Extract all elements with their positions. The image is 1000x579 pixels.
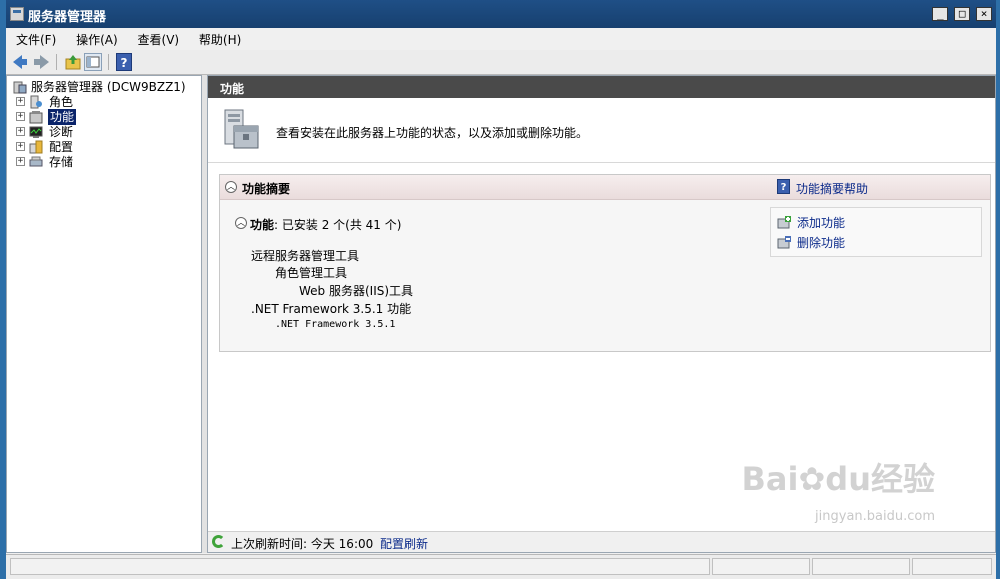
installed-count: 功能: 已安装 2 个(共 41 个) [250, 216, 401, 233]
diagnostics-icon [29, 126, 43, 138]
feature-web-server-tools: Web 服务器(IIS)工具 [299, 284, 414, 298]
status-cell [812, 558, 910, 575]
back-arrow-icon [13, 55, 27, 69]
console-tree: 服务器管理器 (DCW9BZZ1) + 角色 + 功能 + 诊断 + 配置 + … [6, 75, 202, 553]
toolbar-separator [108, 54, 109, 70]
feature-role-admin-tools: 角色管理工具 [275, 266, 348, 280]
collapse-chevron-icon[interactable]: ︿ [235, 217, 247, 229]
console-tree-icon [86, 56, 100, 68]
server-features-icon [224, 109, 259, 149]
window-controls: _ □ × [930, 6, 992, 22]
menu-bar: 文件(F) 操作(A) 查看(V) 帮助(H) [6, 28, 996, 51]
status-cell [712, 558, 810, 575]
watermark-brand-cn: 经验 [870, 460, 935, 498]
toolbar: ? [6, 50, 996, 75]
expand-toggle[interactable]: + [16, 142, 25, 151]
add-feature-icon [777, 216, 791, 229]
section-header[interactable]: ︿ 功能摘要 ? 功能摘要帮助 [220, 175, 990, 200]
forward-arrow-icon [34, 55, 49, 69]
server-manager-app-icon [10, 7, 24, 21]
menu-file[interactable]: 文件(F) [6, 28, 64, 48]
minimize-button[interactable]: _ [932, 7, 949, 21]
forward-button[interactable] [32, 53, 50, 71]
expand-toggle[interactable]: + [16, 157, 25, 166]
tree-item-label: 功能 [48, 109, 77, 125]
folder-up-icon [65, 55, 81, 70]
title-bar[interactable]: 服务器管理器 _ □ × [6, 0, 996, 28]
tree-item-label: 配置 [49, 140, 74, 154]
help-icon[interactable]: ? [116, 53, 132, 71]
features-icon [29, 111, 43, 124]
maximize-button[interactable]: □ [954, 7, 971, 21]
collapse-chevron-icon[interactable]: ︿ [225, 181, 237, 193]
expand-toggle[interactable]: + [16, 97, 25, 106]
remove-features-link[interactable]: 删除功能 [797, 234, 845, 251]
details-pane: 功能 查看安装在此服务器上功能的状态，以及添加或删除功能。 ︿ 功能摘要 ? 功… [207, 75, 996, 553]
roles-icon [30, 95, 42, 109]
details-header: 功能 [208, 76, 995, 98]
menu-view[interactable]: 查看(V) [130, 28, 188, 48]
last-refresh-text: 上次刷新时间: 今天 16:00 [231, 537, 374, 551]
close-button[interactable]: × [976, 7, 992, 21]
refresh-icon [212, 535, 225, 548]
actions-panel: 添加功能 删除功能 [770, 207, 982, 257]
storage-icon [29, 156, 43, 167]
status-bar [6, 554, 996, 579]
details-footer: 上次刷新时间: 今天 16:00 配置刷新 [208, 531, 995, 552]
up-level-button[interactable] [64, 53, 82, 71]
back-button[interactable] [12, 53, 30, 71]
section-title: 功能摘要 [242, 182, 291, 196]
add-features-link[interactable]: 添加功能 [797, 214, 845, 231]
baidu-watermark: Bai✿du经验 [742, 454, 935, 500]
watermark-brand: Bai [741, 460, 799, 498]
configuration-icon [29, 140, 43, 154]
details-title: 功能 [220, 82, 245, 96]
installed-count-value: : 已安装 2 个(共 41 个) [274, 218, 402, 232]
intro-panel: 查看安装在此服务器上功能的状态，以及添加或删除功能。 [208, 98, 995, 163]
intro-description: 查看安装在此服务器上功能的状态，以及添加或删除功能。 [276, 126, 589, 140]
features-summary-section: ︿ 功能摘要 ? 功能摘要帮助 ︿ 功能: 已安装 2 个(共 41 个) 远程… [219, 174, 991, 352]
features-summary-help-link[interactable]: 功能摘要帮助 [796, 180, 868, 197]
status-cell [912, 558, 992, 575]
expand-toggle[interactable]: + [16, 127, 25, 136]
feature-rsat: 远程服务器管理工具 [251, 249, 360, 263]
remove-feature-icon [777, 236, 791, 249]
feature-dotnet: .NET Framework 3.5.1 [275, 319, 396, 330]
tree-item-label: 诊断 [49, 125, 74, 139]
server-manager-icon [13, 81, 27, 94]
help-icon: ? [777, 179, 790, 194]
menu-help[interactable]: 帮助(H) [191, 28, 249, 48]
toolbar-separator [56, 54, 57, 70]
show-hide-tree-button[interactable] [84, 53, 102, 71]
tree-root-label: 服务器管理器 (DCW9BZZ1) [31, 80, 186, 94]
expand-toggle[interactable]: + [16, 112, 25, 121]
server-manager-window: 服务器管理器 _ □ × 文件(F) 操作(A) 查看(V) 帮助(H) ? 服… [0, 0, 1000, 579]
watermark-brand-2: du [825, 460, 871, 498]
status-cell-main [10, 558, 710, 575]
window-title: 服务器管理器 [28, 10, 107, 25]
tree-item-label: 存储 [49, 155, 74, 169]
menu-action[interactable]: 操作(A) [68, 28, 126, 48]
features-label: 功能 [250, 218, 275, 232]
configure-refresh-link[interactable]: 配置刷新 [380, 535, 428, 552]
watermark-url: jingyan.baidu.com [815, 509, 935, 524]
feature-dotnet-features: .NET Framework 3.5.1 功能 [251, 302, 412, 316]
paw-icon: ✿ [798, 460, 826, 498]
tree-item-label: 角色 [49, 95, 74, 109]
